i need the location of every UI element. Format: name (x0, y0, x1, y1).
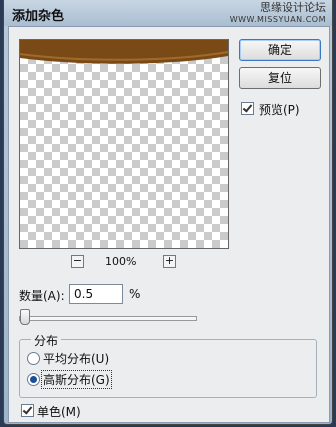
amount-slider-thumb[interactable] (20, 309, 30, 325)
gaussian-label[interactable]: 高斯分布(G) (41, 370, 112, 389)
watermark-cn: 思缘设计论坛 (260, 1, 326, 14)
distribution-group (19, 339, 317, 398)
uniform-radio[interactable] (27, 352, 40, 365)
preview-area[interactable] (19, 39, 229, 249)
dialog-title: 添加杂色 (12, 9, 65, 24)
add-noise-dialog: 添加杂色 思缘设计论坛 WWW.MISSYUAN.COM 确定 复位 预览(P)… (3, 0, 333, 425)
watermark: 思缘设计论坛 WWW.MISSYUAN.COM (230, 2, 326, 26)
ok-button[interactable]: 确定 (239, 39, 321, 61)
amount-slider-track[interactable] (19, 316, 197, 321)
dialog-body: 确定 复位 预览(P) − 100% + 数量(A): 0.5 % 分布 平均分… (8, 26, 330, 423)
amount-input[interactable]: 0.5 (69, 284, 123, 304)
preview-label[interactable]: 预览(P) (259, 101, 300, 118)
zoom-out-button[interactable]: − (71, 255, 84, 268)
preview-checkbox[interactable] (241, 102, 254, 115)
monochrome-label[interactable]: 单色(M) (37, 403, 81, 420)
amount-unit: % (129, 287, 141, 301)
preview-image (20, 40, 228, 64)
reset-button[interactable]: 复位 (239, 67, 321, 89)
monochrome-checkbox[interactable] (21, 404, 34, 417)
distribution-legend: 分布 (31, 332, 62, 349)
zoom-in-button[interactable]: + (163, 255, 176, 268)
gaussian-radio[interactable] (27, 373, 40, 386)
zoom-level: 100% (105, 255, 137, 268)
uniform-label[interactable]: 平均分布(U) (43, 350, 109, 367)
title-bar[interactable]: 添加杂色 思缘设计论坛 WWW.MISSYUAN.COM (4, 0, 332, 26)
amount-label: 数量(A): (19, 289, 65, 303)
watermark-site: WWW.MISSYUAN.COM (229, 15, 326, 24)
